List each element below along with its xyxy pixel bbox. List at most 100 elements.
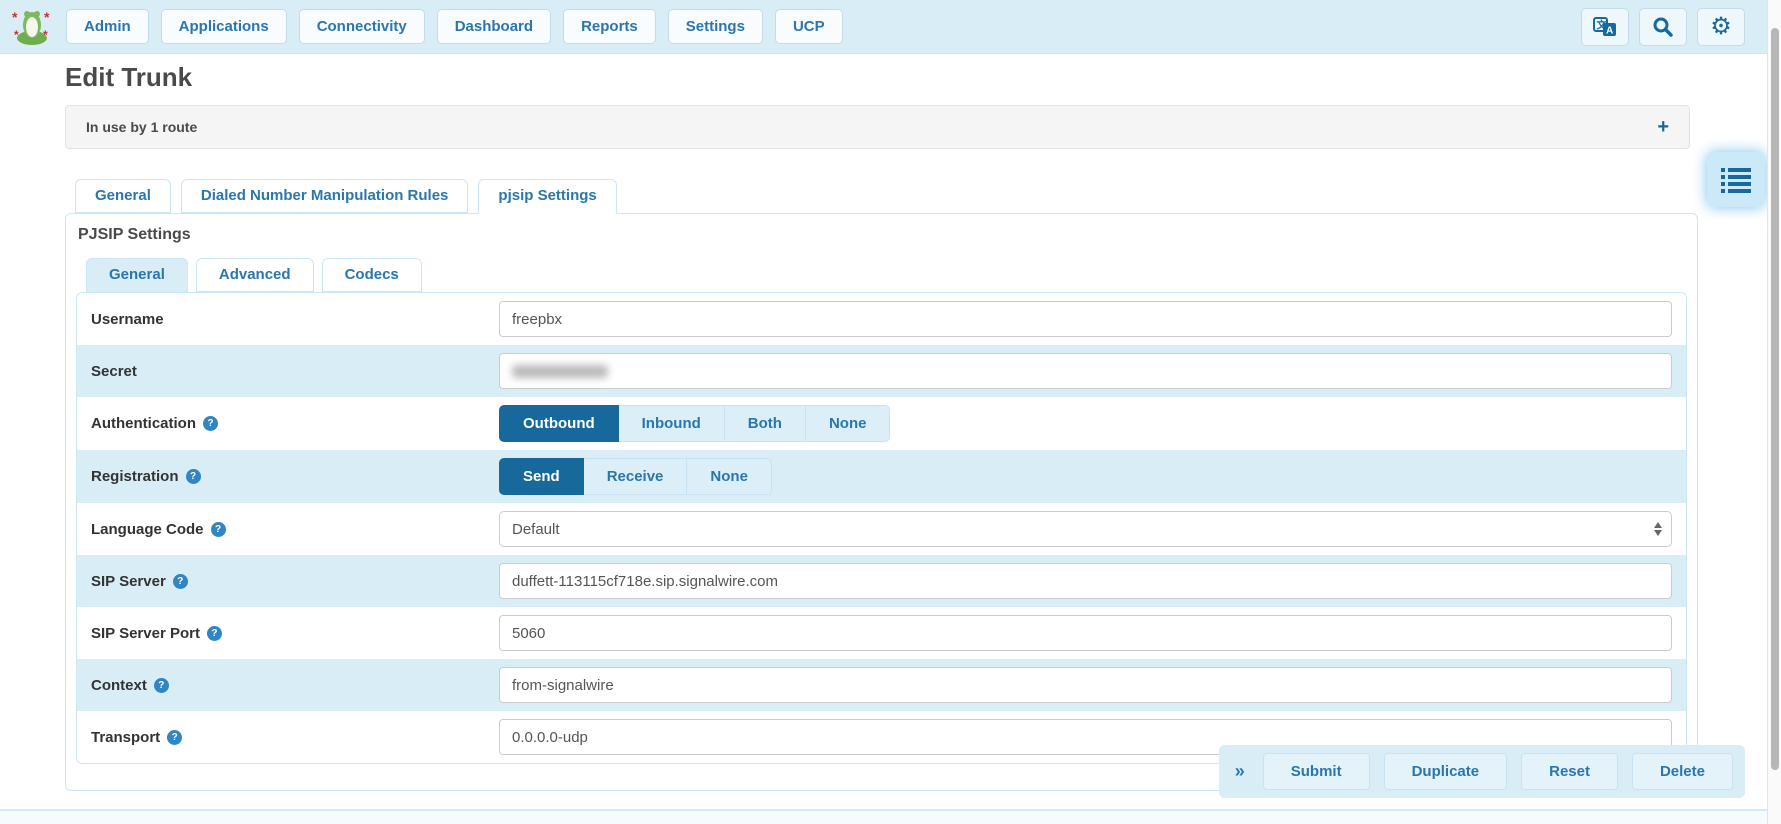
svg-text:*: * bbox=[43, 28, 48, 42]
username-label: Username bbox=[91, 311, 499, 328]
authentication-control: Outbound Inbound Both None bbox=[499, 405, 1672, 442]
help-icon[interactable]: ? bbox=[154, 678, 169, 693]
trunk-list-fab-button[interactable] bbox=[1707, 152, 1765, 207]
sip-server-label: SIP Server ? bbox=[91, 573, 499, 590]
expand-plus-icon[interactable]: + bbox=[1657, 116, 1669, 139]
auth-both-button[interactable]: Both bbox=[725, 405, 806, 442]
reset-button[interactable]: Reset bbox=[1521, 753, 1618, 790]
language-code-control: Default bbox=[499, 511, 1672, 547]
top-navbar: * * * * Admin Applications Connectivity … bbox=[0, 0, 1781, 54]
context-control bbox=[499, 667, 1672, 703]
help-icon[interactable]: ? bbox=[167, 730, 182, 745]
usage-text: In use by 1 route bbox=[86, 119, 197, 135]
gear-icon: ⚙ bbox=[1710, 15, 1732, 39]
pjsip-subtabs: General Advanced Codecs bbox=[86, 258, 1687, 292]
settings-form: Username Secret Authentication bbox=[76, 292, 1687, 764]
footer-strip bbox=[0, 809, 1767, 824]
context-label: Context ? bbox=[91, 677, 499, 694]
delete-button[interactable]: Delete bbox=[1632, 753, 1733, 790]
freepbx-logo-icon[interactable]: * * * * bbox=[10, 7, 54, 47]
authentication-label-text: Authentication bbox=[91, 415, 196, 432]
subtab-codecs[interactable]: Codecs bbox=[322, 258, 422, 292]
auth-outbound-button[interactable]: Outbound bbox=[499, 405, 619, 442]
row-context: Context ? bbox=[77, 659, 1686, 711]
collapse-chevron-icon[interactable]: » bbox=[1235, 761, 1245, 782]
auth-inbound-button[interactable]: Inbound bbox=[619, 405, 725, 442]
secret-label: Secret bbox=[91, 363, 499, 380]
secret-label-text: Secret bbox=[91, 363, 137, 380]
page-title: Edit Trunk bbox=[65, 62, 1781, 93]
username-control bbox=[499, 301, 1672, 337]
duplicate-button[interactable]: Duplicate bbox=[1384, 753, 1508, 790]
sip-server-control bbox=[499, 563, 1672, 599]
username-label-text: Username bbox=[91, 311, 164, 328]
registration-control: Send Receive None bbox=[499, 458, 1672, 495]
language-code-label: Language Code ? bbox=[91, 521, 499, 538]
svg-text:A: A bbox=[1606, 25, 1613, 36]
translate-button[interactable]: 文 A bbox=[1581, 8, 1629, 46]
sip-server-input[interactable] bbox=[499, 563, 1672, 599]
auth-none-button[interactable]: None bbox=[806, 405, 891, 442]
freepbx-edit-trunk-page: * * * * Admin Applications Connectivity … bbox=[0, 0, 1781, 824]
nav-item-connectivity[interactable]: Connectivity bbox=[299, 9, 425, 44]
sip-server-port-label-text: SIP Server Port bbox=[91, 625, 200, 642]
authentication-label: Authentication ? bbox=[91, 415, 499, 432]
transport-label-text: Transport bbox=[91, 729, 160, 746]
section-title: PJSIP Settings bbox=[76, 224, 1687, 258]
search-icon bbox=[1652, 16, 1674, 38]
registration-toggle-group: Send Receive None bbox=[499, 458, 772, 495]
subtab-general[interactable]: General bbox=[86, 258, 188, 293]
context-input[interactable] bbox=[499, 667, 1672, 703]
registration-label-text: Registration bbox=[91, 468, 179, 485]
sip-server-port-label: SIP Server Port ? bbox=[91, 625, 499, 642]
nav-item-settings[interactable]: Settings bbox=[668, 9, 763, 44]
help-icon[interactable]: ? bbox=[173, 574, 188, 589]
help-icon[interactable]: ? bbox=[207, 626, 222, 641]
navbar-right-icons: 文 A ⚙ bbox=[1571, 8, 1745, 46]
nav-item-admin[interactable]: Admin bbox=[66, 9, 149, 44]
row-sip-server-port: SIP Server Port ? bbox=[77, 607, 1686, 659]
row-secret: Secret bbox=[77, 345, 1686, 397]
scrollbar-thumb[interactable] bbox=[1771, 28, 1779, 770]
sip-server-port-control bbox=[499, 615, 1672, 651]
row-username: Username bbox=[77, 293, 1686, 345]
language-code-label-text: Language Code bbox=[91, 521, 204, 538]
subtab-advanced[interactable]: Advanced bbox=[196, 258, 314, 292]
sip-server-label-text: SIP Server bbox=[91, 573, 166, 590]
help-icon[interactable]: ? bbox=[186, 469, 201, 484]
select-stepper-icon bbox=[1654, 522, 1662, 536]
settings-button[interactable]: ⚙ bbox=[1697, 8, 1745, 46]
vertical-scrollbar[interactable] bbox=[1767, 0, 1781, 824]
row-authentication: Authentication ? Outbound Inbound Both N… bbox=[77, 397, 1686, 450]
svg-text:*: * bbox=[12, 9, 18, 25]
usage-panel[interactable]: In use by 1 route + bbox=[65, 105, 1690, 149]
trunk-tabs: General Dialed Number Manipulation Rules… bbox=[75, 179, 1781, 213]
authentication-toggle-group: Outbound Inbound Both None bbox=[499, 405, 890, 442]
nav-item-applications[interactable]: Applications bbox=[161, 9, 287, 44]
nav-item-dashboard[interactable]: Dashboard bbox=[437, 9, 551, 44]
sip-server-port-input[interactable] bbox=[499, 615, 1672, 651]
nav-item-reports[interactable]: Reports bbox=[563, 9, 656, 44]
list-icon bbox=[1721, 167, 1751, 193]
submit-button[interactable]: Submit bbox=[1263, 753, 1370, 790]
username-input[interactable] bbox=[499, 301, 1672, 337]
registration-label: Registration ? bbox=[91, 468, 499, 485]
tab-dialed-number-manipulation-rules[interactable]: Dialed Number Manipulation Rules bbox=[181, 179, 469, 213]
nav-item-ucp[interactable]: UCP bbox=[775, 9, 843, 44]
pjsip-settings-panel: PJSIP Settings General Advanced Codecs U… bbox=[65, 213, 1698, 791]
reg-receive-button[interactable]: Receive bbox=[584, 458, 688, 495]
help-icon[interactable]: ? bbox=[211, 522, 226, 537]
translate-icon: 文 A bbox=[1593, 16, 1617, 38]
secret-input[interactable] bbox=[499, 353, 1672, 389]
reg-none-button[interactable]: None bbox=[687, 458, 772, 495]
search-button[interactable] bbox=[1639, 8, 1687, 46]
frog-logo-graphic: * * * * bbox=[11, 8, 53, 46]
language-code-select[interactable]: Default bbox=[499, 511, 1672, 547]
help-icon[interactable]: ? bbox=[203, 416, 218, 431]
row-language-code: Language Code ? Default bbox=[77, 503, 1686, 555]
tab-general[interactable]: General bbox=[75, 179, 171, 213]
row-sip-server: SIP Server ? bbox=[77, 555, 1686, 607]
transport-label: Transport ? bbox=[91, 729, 499, 746]
tab-pjsip-settings[interactable]: pjsip Settings bbox=[478, 179, 616, 214]
reg-send-button[interactable]: Send bbox=[499, 458, 584, 495]
